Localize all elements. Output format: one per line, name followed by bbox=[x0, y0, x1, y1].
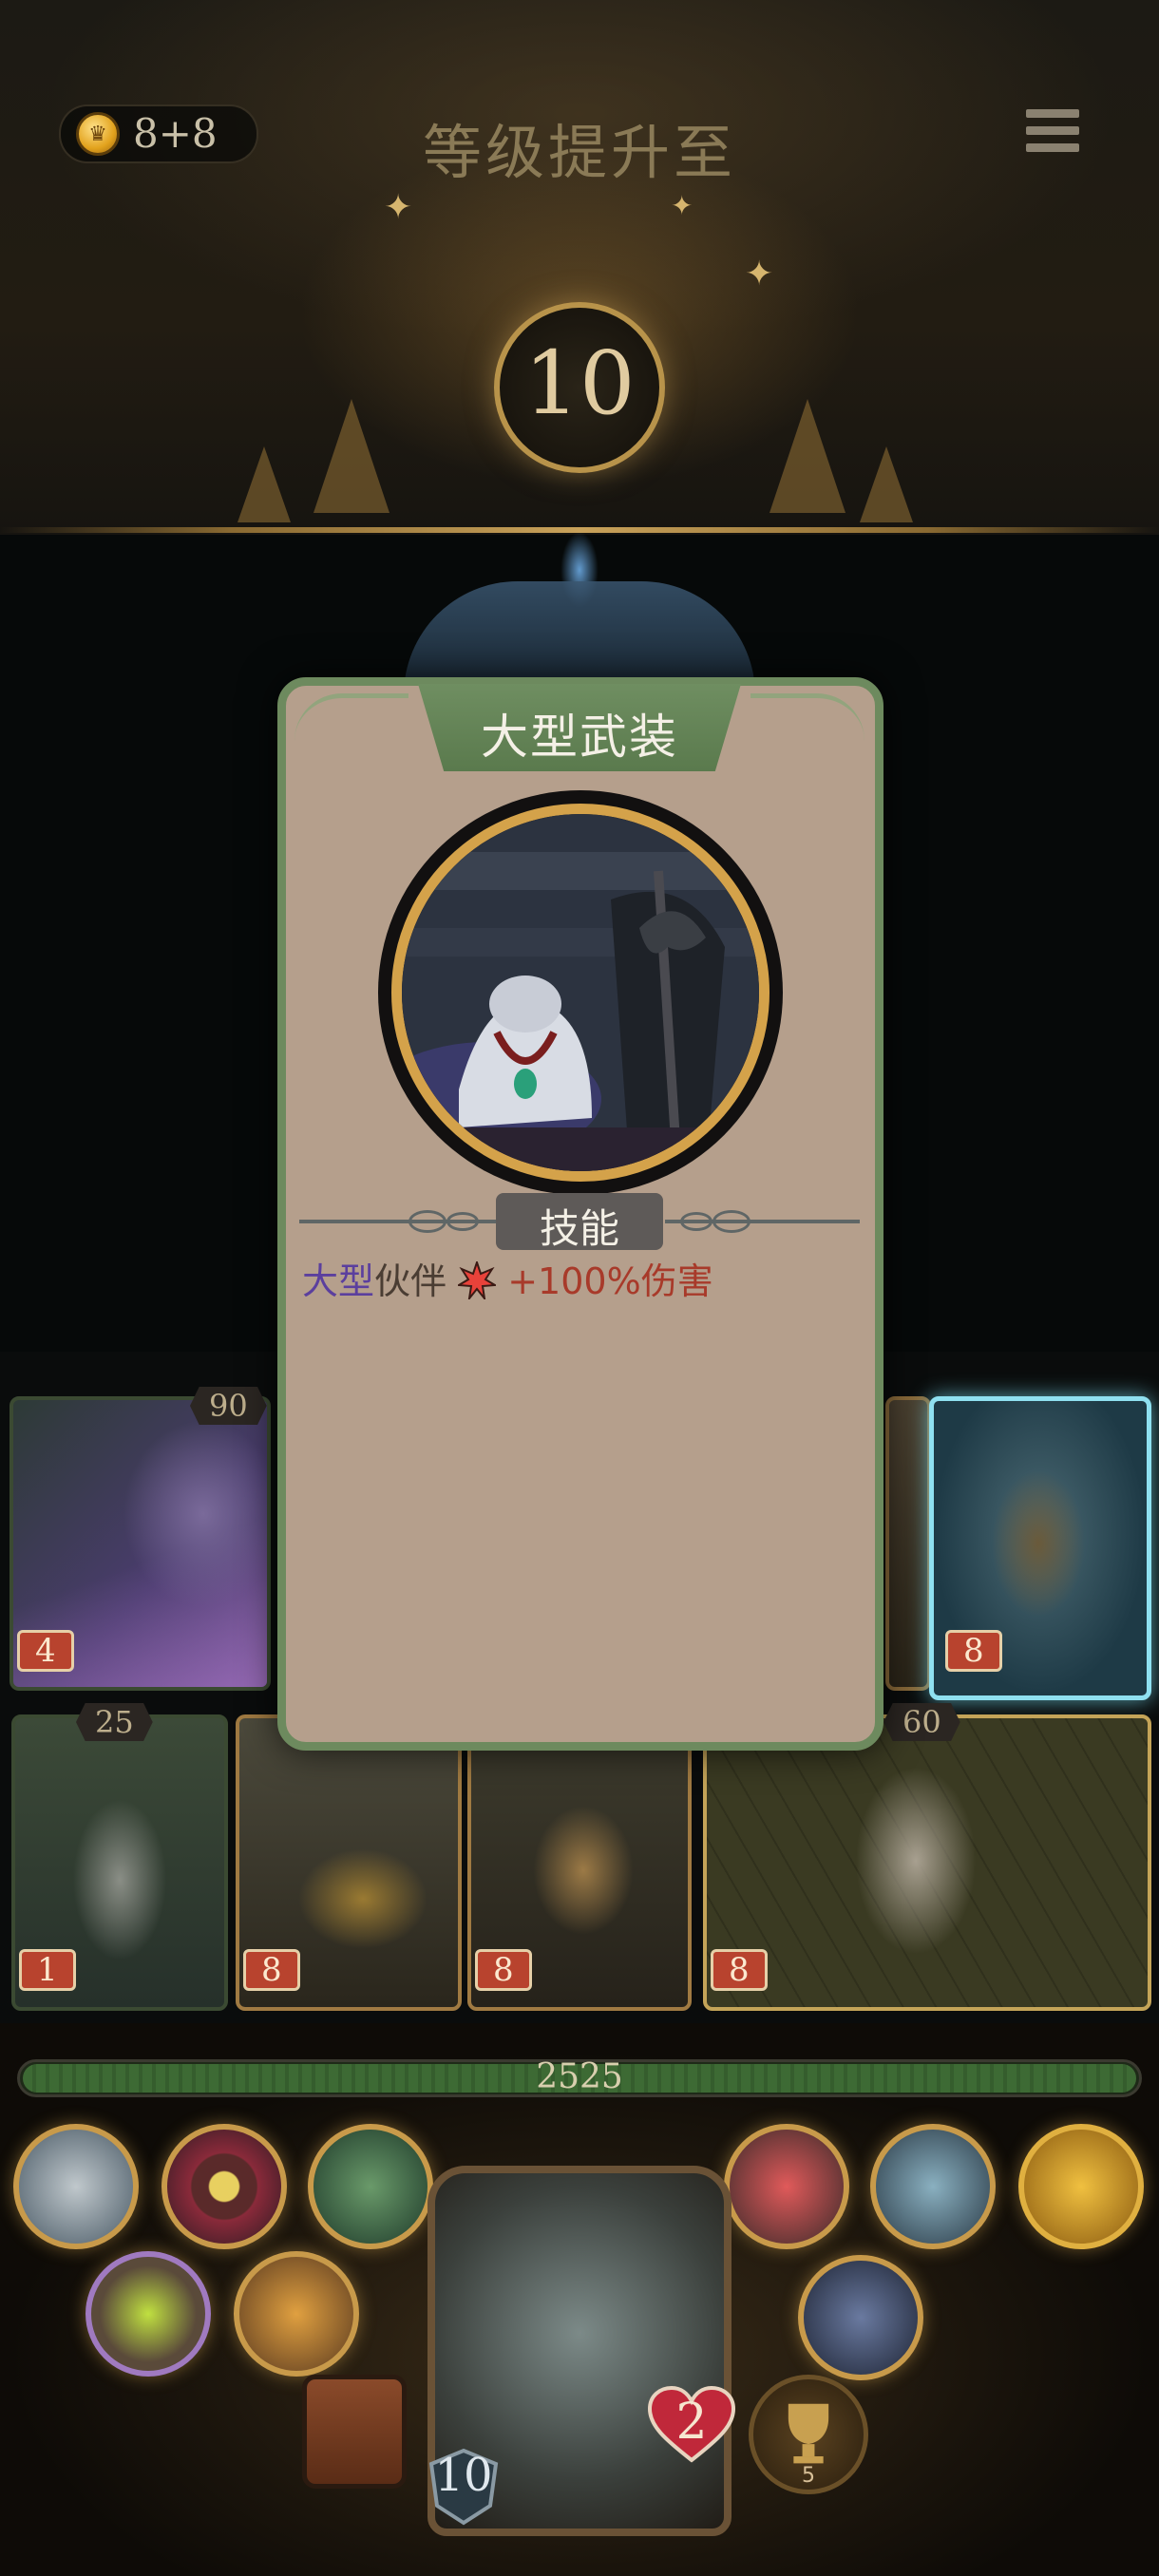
beast-roar-skill-icon[interactable] bbox=[724, 2124, 849, 2249]
crown-coin-icon: ♛ bbox=[76, 112, 120, 156]
divider-knot bbox=[680, 1212, 712, 1231]
gauntlet-skill-icon[interactable] bbox=[234, 2251, 359, 2377]
golden-shield-icon[interactable] bbox=[1018, 2124, 1144, 2249]
level-up-title: 等级提升至 bbox=[422, 118, 736, 187]
skill-description: 大型伙伴 +100%伤害 bbox=[302, 1252, 713, 1304]
card-level-badge: 8 bbox=[243, 1949, 300, 1991]
desc-text: 伙伴 bbox=[374, 1260, 447, 1302]
hero-hearts: 2 bbox=[675, 2394, 708, 2451]
masked-warrior-art bbox=[707, 1718, 1148, 2007]
pine-tree-ornament bbox=[860, 446, 913, 522]
card-power-stat: 60 bbox=[884, 1703, 960, 1741]
section-label: 技能 bbox=[539, 1205, 619, 1252]
skill-portrait-art bbox=[391, 804, 770, 1182]
card-power-stat: 25 bbox=[76, 1703, 153, 1741]
divider-knot bbox=[712, 1210, 750, 1233]
companion-card-masked-warrior[interactable] bbox=[703, 1714, 1151, 2011]
card-level-badge: 1 bbox=[19, 1949, 76, 1991]
spirit-skill-icon[interactable] bbox=[870, 2124, 996, 2249]
sparkle-icon: ✦ bbox=[745, 255, 774, 294]
burst-skill-icon[interactable] bbox=[86, 2251, 211, 2377]
divider-knot bbox=[408, 1210, 446, 1233]
pine-tree-ornament bbox=[238, 446, 291, 522]
companion-card-partial[interactable] bbox=[885, 1396, 931, 1691]
damage-bonus: +100%伤害 bbox=[507, 1260, 713, 1302]
sparkle-icon: ✦ bbox=[384, 188, 413, 227]
pine-tree-ornament bbox=[770, 399, 846, 513]
keyword-large: 大型 bbox=[302, 1260, 375, 1302]
new-level: 10 bbox=[523, 332, 636, 434]
damage-burst-icon bbox=[458, 1261, 497, 1299]
hero-level: 10 bbox=[434, 2449, 493, 2502]
card-level-badge: 4 bbox=[17, 1630, 74, 1672]
wind-slash-skill-icon[interactable] bbox=[13, 2124, 139, 2249]
big-armament-skill-icon[interactable] bbox=[798, 2255, 923, 2380]
backpack-icon[interactable] bbox=[302, 2375, 407, 2489]
thorn-skill-icon[interactable] bbox=[308, 2124, 433, 2249]
skill-portrait bbox=[378, 790, 783, 1195]
sparkle-icon: ✦ bbox=[671, 190, 694, 221]
popup-title: 大型武装 bbox=[481, 710, 678, 765]
target-ring-skill-icon[interactable] bbox=[162, 2124, 287, 2249]
card-level-badge: 8 bbox=[945, 1630, 1002, 1672]
menu-icon[interactable] bbox=[1026, 109, 1079, 159]
card-level-badge: 8 bbox=[475, 1949, 532, 1991]
trophy-count: 5 bbox=[802, 2464, 815, 2488]
pine-tree-ornament bbox=[314, 399, 390, 513]
card-level-badge: 8 bbox=[711, 1949, 768, 1991]
coin-amount: 8+8 bbox=[133, 110, 218, 157]
amulet-armor-illustration bbox=[402, 814, 759, 1171]
hp-value: 2525 bbox=[536, 2057, 623, 2096]
card-power-stat: 90 bbox=[190, 1387, 267, 1425]
divider-knot bbox=[446, 1212, 479, 1231]
